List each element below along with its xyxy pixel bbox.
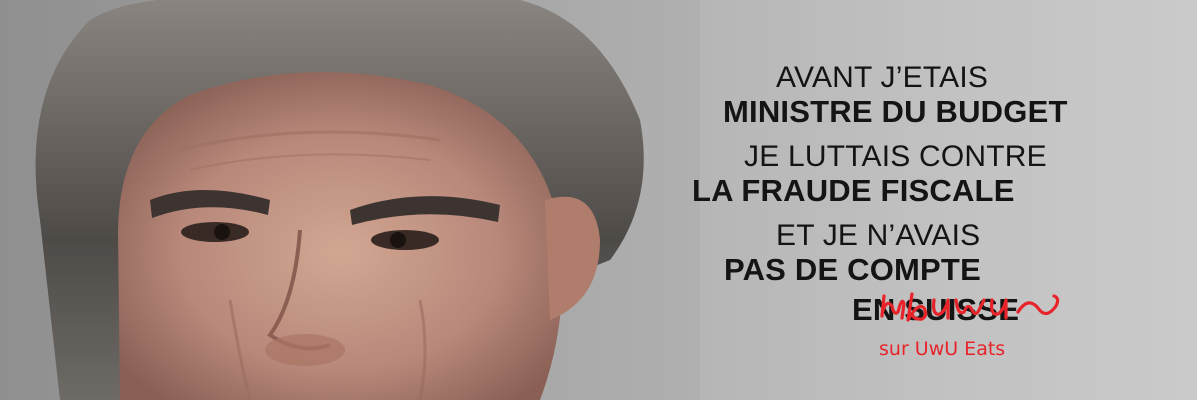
poster-line-1: AVANT J’ETAIS [776,61,989,94]
poster-line-4: LA FRAUDE FISCALE [692,173,1015,208]
caption-text: sur UwU Eats [879,338,1006,360]
poster-line-3: JE LUTTAIS CONTRE [744,140,1047,173]
portrait-photo [0,0,700,400]
meme-image: AVANT J’ETAIS MINISTRE DU BUDGET JE LUTT… [0,0,1197,400]
poster-line-5: ET JE N’AVAIS [776,219,981,252]
handwritten-overwrite [880,292,1060,322]
poster-line-6: PAS DE COMPTE [724,252,981,287]
poster-line-2: MINISTRE DU BUDGET [723,94,1068,129]
